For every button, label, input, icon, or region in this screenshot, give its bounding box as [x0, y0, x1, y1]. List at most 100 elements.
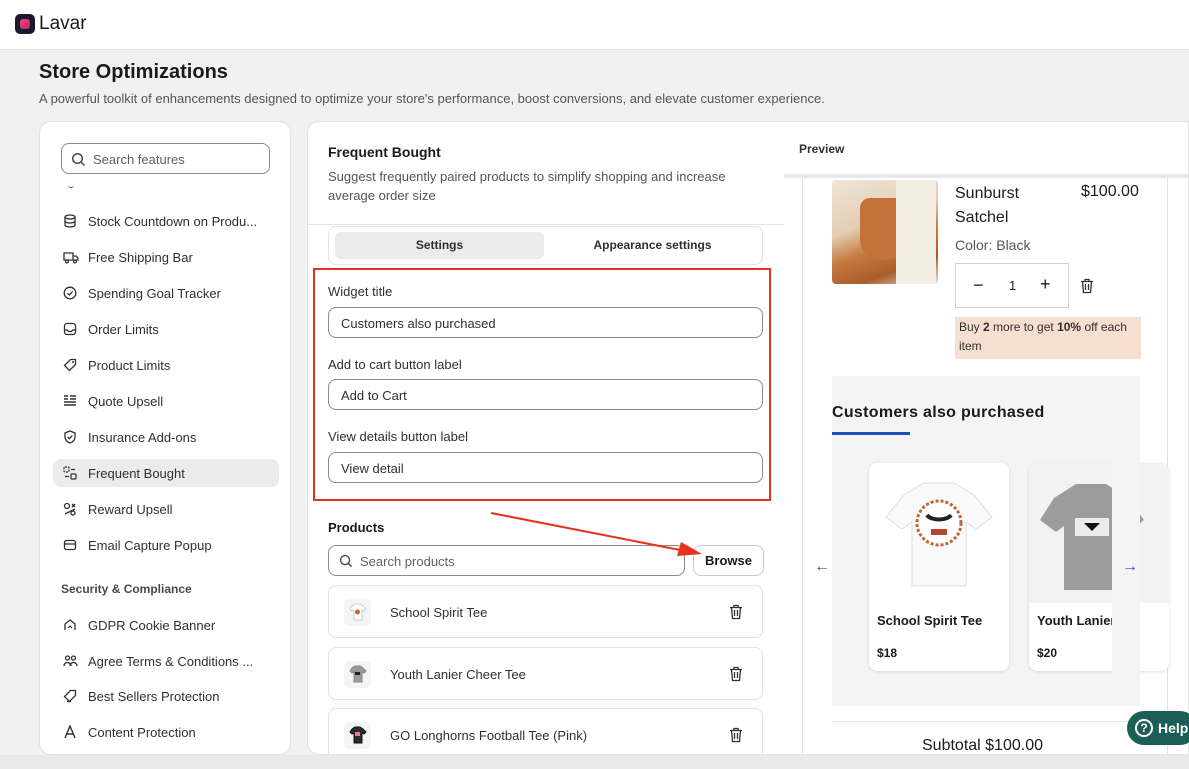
- product-card-name: Youth Lanier: [1037, 613, 1116, 628]
- promo-text: more to get: [989, 320, 1058, 334]
- minus-icon[interactable]: −: [973, 275, 984, 296]
- product-row: GO Longhorns Football Tee (Pink): [328, 708, 763, 754]
- sidebar-item-label: Product Limits: [88, 358, 171, 373]
- people-icon: [63, 655, 78, 667]
- sidebar-item-spending-goal-tracker[interactable]: Spending Goal Tracker: [53, 279, 279, 307]
- sidebar-item-stock-countdown[interactable]: Stock Countdown on Produ...: [53, 207, 279, 235]
- upsell-product-card[interactable]: Youth Lanier $20: [1029, 463, 1169, 671]
- search-icon: [71, 152, 86, 167]
- settings-tabs: Settings Appearance settings: [328, 226, 763, 265]
- help-button[interactable]: ? Help: [1127, 711, 1189, 745]
- upsell-widget: Customers also purchased School Spirit T…: [832, 376, 1169, 706]
- sidebar-item-quote-upsell[interactable]: Quote Upsell: [53, 387, 279, 415]
- discount-promo: Buy 2 more to get 10% off each item: [955, 317, 1141, 359]
- sidebar-item-gdpr-cookie-banner[interactable]: GDPR Cookie Banner: [53, 611, 279, 639]
- product-card-price: $18: [877, 646, 898, 660]
- feature-search-placeholder: Search features: [93, 152, 185, 167]
- sidebar-item-reward-upsell[interactable]: Reward Upsell: [53, 495, 279, 523]
- product-card-name: School Spirit Tee: [877, 613, 983, 628]
- cart-button-input[interactable]: Add to Cart: [328, 379, 763, 410]
- delete-product-icon[interactable]: [729, 666, 743, 682]
- carousel-next-arrow-icon[interactable]: →: [1122, 558, 1138, 576]
- feature-sidebar: Search features Stock Countdown on Produ…: [39, 121, 291, 755]
- divider: [308, 224, 784, 225]
- sidebar-item-label: Reward Upsell: [88, 502, 173, 517]
- sidebar-item-label: Insurance Add-ons: [88, 430, 197, 445]
- app-name: Lavar: [39, 13, 87, 34]
- promo-text: Buy: [959, 320, 984, 334]
- product-thumbnail: [344, 599, 371, 626]
- tab-appearance-settings[interactable]: Appearance settings: [548, 232, 757, 259]
- product-name: GO Longhorns Football Tee (Pink): [390, 728, 588, 743]
- sidebar-item-content-protection[interactable]: Content Protection: [53, 718, 279, 746]
- database-icon: [64, 214, 76, 228]
- mail-icon: [63, 539, 77, 551]
- upsell-product-card[interactable]: School Spirit Tee $18: [869, 463, 1009, 671]
- sidebar-item-label: Spending Goal Tracker: [88, 286, 221, 301]
- sidebar-item-free-shipping-bar[interactable]: Free Shipping Bar: [53, 243, 279, 271]
- sidebar-item-best-sellers-protection[interactable]: Best Sellers Protection: [53, 682, 279, 710]
- browse-button[interactable]: Browse: [693, 545, 764, 576]
- delete-product-icon[interactable]: [729, 727, 743, 743]
- plus-icon[interactable]: +: [1040, 274, 1051, 295]
- cookie-icon: [64, 619, 76, 630]
- product-thumbnail: [344, 722, 371, 749]
- feature-search-input[interactable]: Search features: [61, 143, 270, 174]
- page-subtitle: A powerful toolkit of enhancements desig…: [39, 91, 825, 106]
- list-icon: [64, 395, 76, 406]
- sidebar-item-product-limits[interactable]: Product Limits: [53, 351, 279, 379]
- product-image: [1029, 463, 1169, 603]
- sidebar-item-agree-terms[interactable]: Agree Terms & Conditions ...: [53, 647, 279, 675]
- product-search-placeholder: Search products: [360, 554, 455, 569]
- preview-label: Preview: [799, 142, 845, 156]
- sidebar-section-title: Security & Compliance: [61, 582, 192, 596]
- promo-count: 2: [983, 320, 990, 334]
- sidebar-item-label: Quote Upsell: [88, 394, 164, 409]
- sidebar-item-email-capture-popup[interactable]: Email Capture Popup: [53, 531, 279, 559]
- delete-product-icon[interactable]: [729, 604, 743, 620]
- feature-settings-panel: Frequent Bought Suggest frequently paire…: [307, 121, 1189, 755]
- sidebar-item-label: Frequent Bought: [88, 466, 185, 481]
- page-title: Store Optimizations: [39, 61, 228, 83]
- product-row: Youth Lanier Cheer Tee: [328, 647, 763, 700]
- sidebar-item-label: Content Protection: [88, 725, 196, 740]
- preview-border: [802, 178, 803, 754]
- feature-title: Frequent Bought: [328, 144, 441, 160]
- widget-preview: Sunburst Satchel $100.00 Color: Black − …: [784, 174, 1188, 754]
- sidebar-item-order-limits[interactable]: Order Limits: [53, 315, 279, 343]
- check-circle-icon: [63, 286, 77, 300]
- tshirt-icon: [349, 603, 367, 621]
- sidebar-item-label: Best Sellers Protection: [88, 689, 220, 704]
- text-icon: [64, 725, 76, 739]
- sidebar-item-label: Stock Countdown on Produ...: [88, 214, 258, 229]
- carousel-prev-arrow-icon[interactable]: ←: [814, 558, 830, 576]
- product-search-input[interactable]: Search products: [328, 545, 685, 576]
- remove-item-icon[interactable]: [1080, 278, 1094, 294]
- cart-item-color: Color: Black: [955, 237, 1031, 253]
- widget-title-label: Widget title: [328, 284, 393, 299]
- help-label: Help: [1158, 720, 1189, 736]
- truck-icon: [63, 252, 79, 264]
- bottom-bar: [0, 755, 1189, 769]
- sidebar-item-label: GDPR Cookie Banner: [88, 618, 216, 633]
- sidebar-item-label: Agree Terms & Conditions ...: [88, 654, 254, 669]
- top-bar: Lavar: [0, 0, 1189, 50]
- clipped-item-icon: [68, 185, 74, 188]
- lavar-logo-icon: [15, 14, 35, 34]
- reward-icon: [63, 502, 76, 516]
- tab-settings[interactable]: Settings: [335, 232, 544, 259]
- subtotal: Subtotal $100.00: [922, 737, 1043, 754]
- promo-percent: 10%: [1057, 320, 1082, 334]
- sidebar-item-frequent-bought[interactable]: Frequent Bought: [53, 459, 279, 487]
- product-row: School Spirit Tee: [328, 585, 763, 638]
- view-details-label: View details button label: [328, 429, 468, 444]
- product-image: [869, 463, 1009, 603]
- shield-check-icon: [64, 430, 76, 444]
- cart-button-label: Add to cart button label: [328, 357, 462, 372]
- widget-title-input[interactable]: Customers also purchased: [328, 307, 763, 338]
- sidebar-item-insurance-add-ons[interactable]: Insurance Add-ons: [53, 423, 279, 451]
- view-details-input[interactable]: View detail: [328, 452, 763, 483]
- upsell-title-underline: [832, 432, 910, 435]
- feature-description: Suggest frequently paired products to si…: [328, 169, 726, 203]
- tag-protect-icon: [63, 689, 77, 703]
